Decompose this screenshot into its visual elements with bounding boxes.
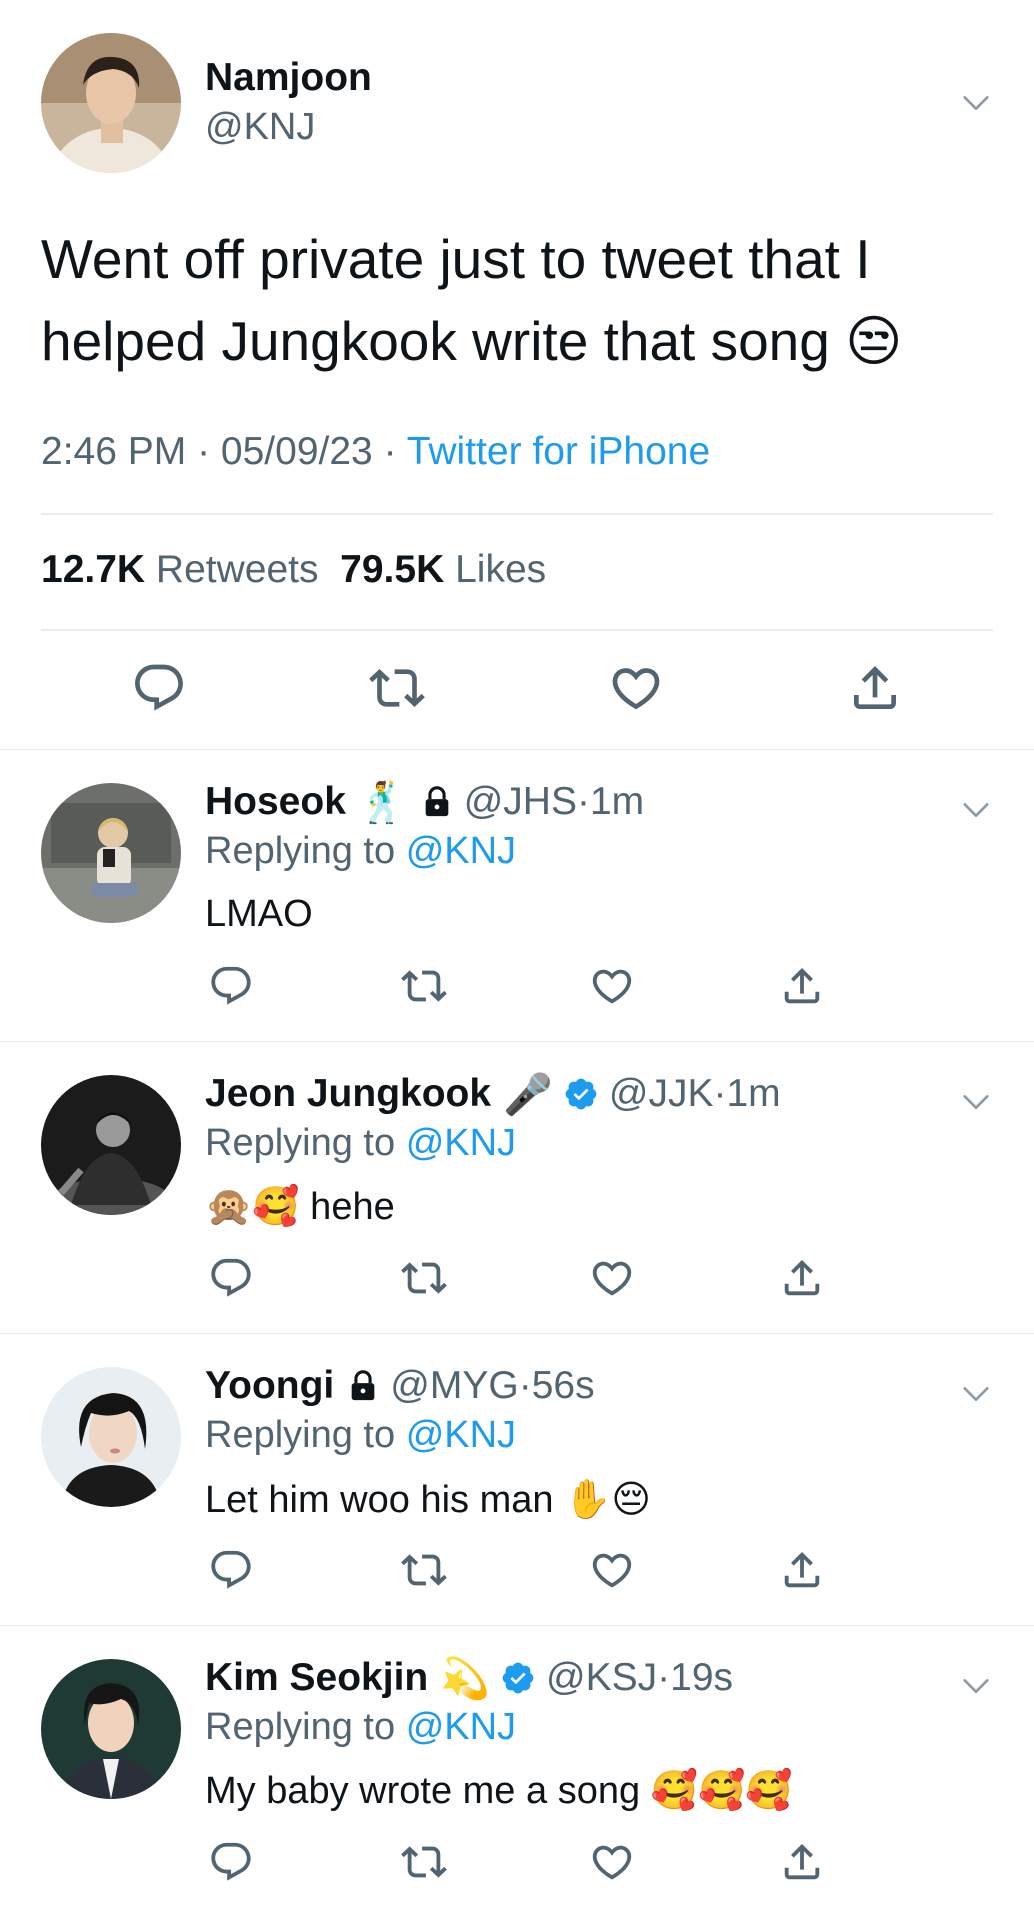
replying-to-link[interactable]: @KNJ xyxy=(406,1122,516,1164)
chevron-down-icon[interactable] xyxy=(958,792,994,828)
retweets-label: Retweets xyxy=(155,548,319,591)
replying-prefix: Replying to xyxy=(205,1414,396,1456)
tweet-time: 2:46 PM xyxy=(41,430,187,473)
like-icon[interactable] xyxy=(608,660,664,716)
chevron-down-icon[interactable] xyxy=(958,1084,994,1120)
replying-to: Replying to @KNJ xyxy=(205,1706,516,1749)
reply-author-handle[interactable]: @JJK xyxy=(609,1072,714,1116)
dot-separator: · xyxy=(713,1072,727,1115)
divider xyxy=(41,513,993,515)
reply-author-handle[interactable]: @JHS xyxy=(464,780,577,824)
reply-icon[interactable] xyxy=(131,660,187,716)
like-icon[interactable] xyxy=(589,963,635,1009)
verified-badge-icon xyxy=(500,1660,536,1696)
reply-icon[interactable] xyxy=(208,1839,254,1885)
reply-text: Let him woo his man ✋😔 xyxy=(205,1479,651,1521)
dot-separator: · xyxy=(576,780,590,823)
name-emoji: 🕺 xyxy=(357,780,408,825)
avatar[interactable] xyxy=(41,783,181,923)
likes-stat[interactable]: 79.5K Likes xyxy=(340,548,546,591)
author-handle[interactable]: @KNJ xyxy=(205,106,315,149)
reply-text: My baby wrote me a song 🥰🥰🥰 xyxy=(205,1770,793,1812)
likes-label: Likes xyxy=(455,548,547,591)
reply-header: Kim Seokjin 💫 @KSJ · 19s xyxy=(205,1650,733,1706)
lock-icon xyxy=(346,1369,380,1403)
avatar[interactable] xyxy=(41,1075,181,1215)
reply-time: 1m xyxy=(726,1072,781,1115)
verified-badge-icon xyxy=(563,1076,599,1112)
replying-prefix: Replying to xyxy=(205,830,396,872)
reply-tweet[interactable]: Kim Seokjin 💫 @KSJ · 19s Replying to @KN… xyxy=(0,1626,1034,1918)
retweet-icon[interactable] xyxy=(401,1255,447,1301)
replying-to: Replying to @KNJ xyxy=(205,830,516,873)
dot-separator: · xyxy=(518,1364,532,1407)
reply-icon[interactable] xyxy=(208,1547,254,1593)
reply-tweet[interactable]: Jeon Jungkook 🎤 @JJK · 1m Replying to @K… xyxy=(0,1042,1034,1334)
divider xyxy=(41,629,993,631)
replying-to: Replying to @KNJ xyxy=(205,1122,516,1165)
reply-icon[interactable] xyxy=(208,1255,254,1301)
chevron-down-icon[interactable] xyxy=(958,1376,994,1412)
reply-author-handle[interactable]: @MYG xyxy=(390,1364,518,1408)
replying-to: Replying to @KNJ xyxy=(205,1414,516,1457)
name-emoji: 💫 xyxy=(440,1656,491,1701)
avatar[interactable] xyxy=(41,33,181,173)
replying-to-link[interactable]: @KNJ xyxy=(406,830,516,872)
retweet-icon[interactable] xyxy=(401,1839,447,1885)
replying-prefix: Replying to xyxy=(205,1122,396,1164)
reply-text: LMAO xyxy=(205,893,313,935)
reply-header: Hoseok 🕺 @JHS · 1m xyxy=(205,774,644,830)
reply-author-name[interactable]: Hoseok xyxy=(205,780,346,824)
reply-header: Jeon Jungkook 🎤 @JJK · 1m xyxy=(205,1066,781,1122)
reply-text: 🙊🥰 hehe xyxy=(205,1186,395,1228)
author-name[interactable]: Namjoon xyxy=(205,56,372,100)
reply-author-name[interactable]: Kim Seokjin xyxy=(205,1656,428,1700)
main-tweet: Namjoon @KNJ Went off private just to tw… xyxy=(0,0,1034,750)
reply-author-name[interactable]: Jeon Jungkook xyxy=(205,1072,491,1116)
reply-time: 19s xyxy=(670,1656,734,1699)
chevron-down-icon[interactable] xyxy=(958,1668,994,1704)
reply-tweet[interactable]: Hoseok 🕺 @JHS · 1m Replying to @KNJ LMAO xyxy=(0,750,1034,1042)
meta-separator: · xyxy=(197,430,221,473)
retweets-stat[interactable]: 12.7K Retweets xyxy=(41,548,319,591)
avatar[interactable] xyxy=(41,1659,181,1799)
retweets-count: 12.7K xyxy=(41,548,146,591)
like-icon[interactable] xyxy=(589,1839,635,1885)
avatar[interactable] xyxy=(41,1367,181,1507)
dot-separator: · xyxy=(657,1656,671,1699)
share-icon[interactable] xyxy=(779,963,825,1009)
share-icon[interactable] xyxy=(779,1839,825,1885)
tweet-source-link[interactable]: Twitter for iPhone xyxy=(407,430,710,473)
tweet-meta: 2:46 PM · 05/09/23 · Twitter for iPhone xyxy=(41,430,710,474)
reply-icon[interactable] xyxy=(208,963,254,1009)
lock-icon xyxy=(420,785,454,819)
replying-to-link[interactable]: @KNJ xyxy=(406,1706,516,1748)
name-emoji: 🎤 xyxy=(503,1072,553,1117)
share-icon[interactable] xyxy=(779,1255,825,1301)
share-icon[interactable] xyxy=(847,660,903,716)
tweet-date: 05/09/23 xyxy=(220,430,373,473)
share-icon[interactable] xyxy=(779,1547,825,1593)
reply-time: 1m xyxy=(589,780,645,823)
retweet-icon[interactable] xyxy=(401,963,447,1009)
replying-prefix: Replying to xyxy=(205,1706,396,1748)
reply-author-name[interactable]: Yoongi xyxy=(205,1364,334,1408)
replying-to-link[interactable]: @KNJ xyxy=(406,1414,516,1456)
reply-time: 56s xyxy=(531,1364,595,1407)
chevron-down-icon[interactable] xyxy=(958,85,994,121)
like-icon[interactable] xyxy=(589,1547,635,1593)
reply-tweet[interactable]: Yoongi @MYG · 56s Replying to @KNJ Let h… xyxy=(0,1334,1034,1626)
tweet-stats: 12.7K Retweets 79.5K Likes xyxy=(41,548,546,592)
meta-separator: · xyxy=(383,430,407,473)
reply-author-handle[interactable]: @KSJ xyxy=(546,1656,657,1700)
reply-header: Yoongi @MYG · 56s xyxy=(205,1358,595,1414)
retweet-icon[interactable] xyxy=(401,1547,447,1593)
like-icon[interactable] xyxy=(589,1255,635,1301)
retweet-icon[interactable] xyxy=(369,660,425,716)
tweet-text: Went off private just to tweet that I he… xyxy=(41,228,903,372)
likes-count: 79.5K xyxy=(340,548,445,591)
